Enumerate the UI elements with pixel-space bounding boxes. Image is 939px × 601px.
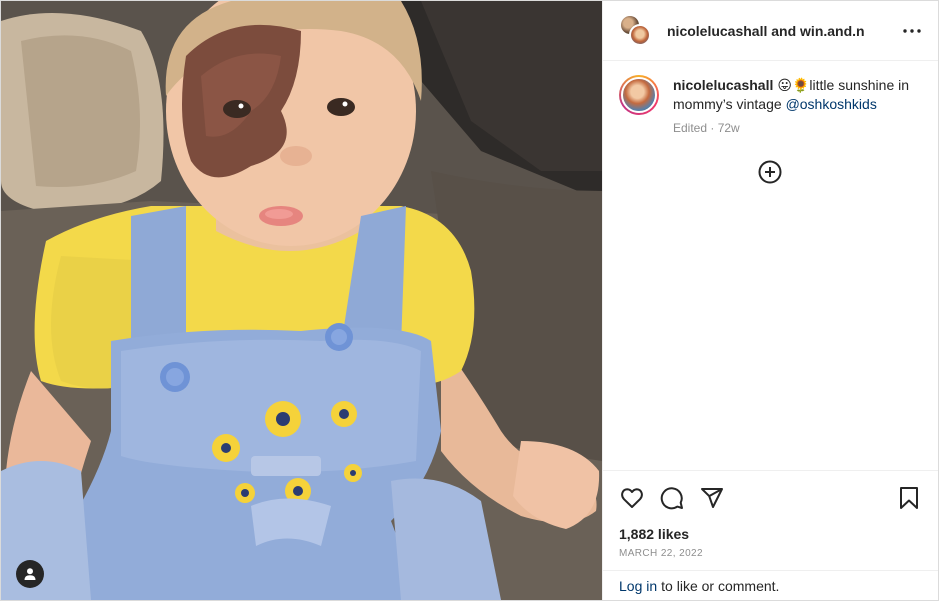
edited-label: Edited xyxy=(673,121,708,135)
tagged-users-button[interactable] xyxy=(16,560,44,588)
caption-avatar[interactable] xyxy=(619,75,659,115)
load-more-comments-button[interactable] xyxy=(758,160,782,184)
bookmark-icon xyxy=(900,487,918,509)
paper-plane-icon xyxy=(701,488,723,508)
more-options-button[interactable] xyxy=(900,19,924,43)
likes-count[interactable]: 1,882 likes xyxy=(619,526,922,542)
heart-icon xyxy=(621,488,643,508)
post-header: nicolelucashall and win.and.n xyxy=(603,1,938,61)
login-prompt: Log in to like or comment. xyxy=(603,570,938,600)
plus-circle-icon xyxy=(758,160,782,184)
collab-avatars[interactable] xyxy=(619,13,653,48)
post-photo[interactable] xyxy=(1,1,602,600)
caption-meta: Edited · 72w xyxy=(673,121,740,135)
caption-text: nicolelucashall 😛🌻little sunshine in momm… xyxy=(673,76,922,114)
save-button[interactable] xyxy=(896,485,922,511)
post-date[interactable]: MARCH 22, 2022 xyxy=(619,548,922,559)
login-prompt-text: to like or comment. xyxy=(661,577,780,594)
caption-emojis: 😛🌻 xyxy=(777,77,810,93)
photo-illustration xyxy=(1,1,602,600)
like-button[interactable] xyxy=(619,485,645,511)
post-age[interactable]: 72w xyxy=(718,121,740,135)
collab-usernames[interactable]: nicolelucashall and win.and.n xyxy=(667,23,900,39)
caption-username[interactable]: nicolelucashall xyxy=(673,77,773,93)
avatar xyxy=(629,23,651,46)
mention-link[interactable]: @oshkoshkids xyxy=(786,96,877,112)
caption: nicolelucashall 😛🌻little sunshine in momm… xyxy=(619,75,922,135)
instagram-post: nicolelucashall and win.and.n nicoleluca… xyxy=(0,0,939,601)
action-bar xyxy=(619,485,922,511)
post-actions: 1,882 likes MARCH 22, 2022 xyxy=(603,470,938,570)
comments-section: nicolelucashall 😛🌻little sunshine in momm… xyxy=(603,61,938,470)
comment-icon xyxy=(660,487,683,510)
post-sidebar: nicolelucashall and win.and.n nicoleluca… xyxy=(602,1,938,600)
login-link[interactable]: Log in xyxy=(619,578,657,594)
more-horizontal-icon xyxy=(903,28,921,33)
user-icon xyxy=(24,568,36,580)
share-button[interactable] xyxy=(699,485,725,511)
comment-button[interactable] xyxy=(659,485,685,511)
